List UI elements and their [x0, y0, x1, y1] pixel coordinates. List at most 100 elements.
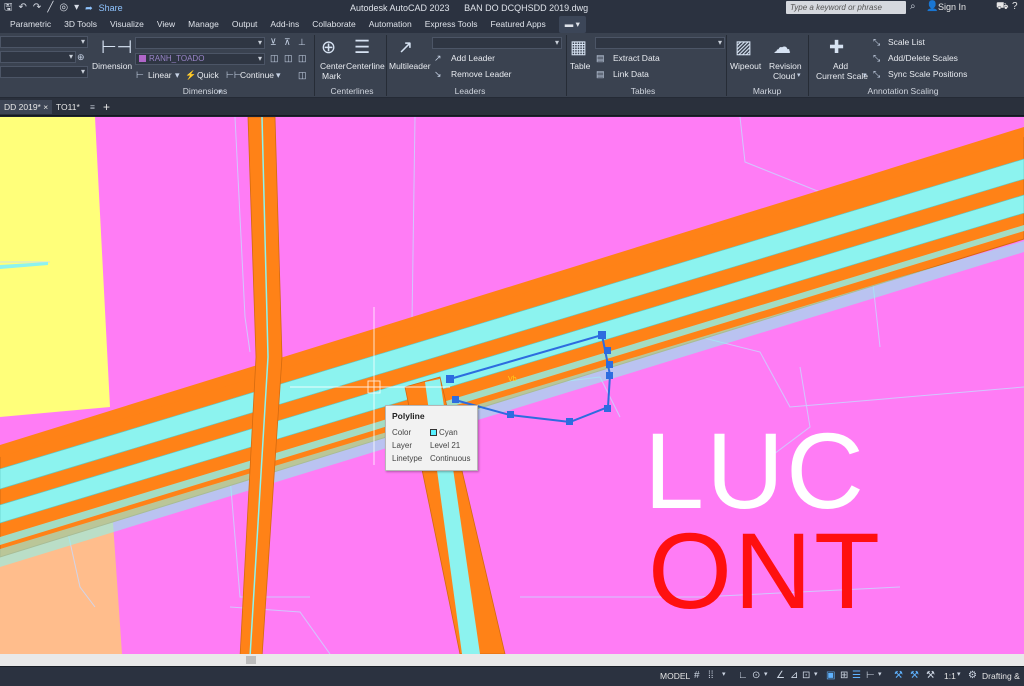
grid-icon[interactable]: #	[694, 670, 700, 681]
drawing-canvas[interactable]: Vb LUC ONT Polyline Color Cyan Layer Lev…	[0, 117, 1024, 654]
multileader-button[interactable]: Multileader	[389, 61, 431, 71]
ortho-icon[interactable]: ∟	[738, 670, 748, 681]
snap-icon[interactable]: ⁞⁞	[708, 670, 714, 681]
dimension-icon[interactable]: ⊢⊣	[101, 38, 132, 56]
transparency-icon[interactable]: ▣	[826, 670, 835, 681]
linear-icon[interactable]: ⊢	[136, 70, 144, 81]
help-icon[interactable]: ?	[1012, 1, 1018, 12]
dim-oblique-icon[interactable]: ◫	[270, 53, 279, 64]
centerline-button[interactable]: Centerline	[346, 61, 385, 71]
search-input[interactable]: Type a keyword or phrase	[786, 1, 906, 14]
style-combo-left[interactable]	[0, 51, 76, 63]
chevron-down-icon[interactable]: ▾	[797, 71, 801, 79]
tab-collaborate[interactable]: Collaborate	[312, 16, 355, 33]
tab-view[interactable]: View	[157, 16, 175, 33]
save-icon[interactable]: 🖫	[4, 0, 13, 16]
multileader-icon[interactable]: ↗	[398, 38, 413, 56]
extract-data-icon[interactable]: ▤	[596, 53, 605, 64]
ribbon-options-icon[interactable]: ▬ ▾	[558, 16, 586, 33]
scale-list-button[interactable]: Scale List	[888, 37, 925, 47]
auto-scale-icon[interactable]: ⚒	[910, 670, 919, 681]
annotation-scale-value[interactable]: 1:1	[944, 671, 956, 681]
sync-scale-icon[interactable]: ⤡	[873, 69, 880, 80]
add-scale-icon[interactable]: ✚	[829, 38, 844, 56]
model-space-button[interactable]: MODEL	[660, 671, 690, 681]
scale-list-icon[interactable]: ⤡	[873, 37, 880, 48]
chevron-down-icon[interactable]: ▾	[764, 670, 768, 678]
dim-layer-combo[interactable]: RANH_TOADO	[135, 53, 265, 65]
doc-tab-ban-do[interactable]: DD 2019* ×	[0, 100, 53, 114]
annotation-scale-icon[interactable]: ⚒	[926, 670, 935, 681]
share-icon[interactable]: ➦	[85, 0, 93, 16]
remove-leader-icon[interactable]: ↘	[434, 69, 442, 80]
continue-button[interactable]: Continue	[240, 70, 274, 80]
tab-3d-tools[interactable]: 3D Tools	[64, 16, 97, 33]
table-icon[interactable]: ▦	[570, 38, 587, 56]
dim-update-icon[interactable]: ⊻	[270, 37, 277, 48]
doc-tab-to11[interactable]: TO11*	[56, 100, 80, 114]
revision-cloud-line2[interactable]: Cloud	[773, 71, 795, 81]
horizontal-scrollbar[interactable]	[0, 654, 1024, 666]
dimension-button[interactable]: Dimension	[92, 61, 132, 71]
tab-express-tools[interactable]: Express Tools	[425, 16, 478, 33]
table-style-combo[interactable]	[595, 37, 725, 49]
zoom-icon[interactable]: ⊕	[77, 52, 85, 63]
cart-icon[interactable]: ⛟	[996, 1, 1009, 14]
tab-manage[interactable]: Manage	[188, 16, 219, 33]
chevron-down-icon[interactable]: ▾	[722, 670, 726, 678]
extract-data-button[interactable]: Extract Data	[613, 53, 660, 63]
isodraft-icon[interactable]: ∠	[776, 670, 785, 681]
search-icon[interactable]: ⌕	[910, 1, 916, 12]
line-icon[interactable]: ╱	[47, 0, 53, 16]
dim-reassoc-icon[interactable]: ◫	[298, 70, 307, 81]
annotation-visibility-icon[interactable]: ⚒	[894, 670, 903, 681]
wipeout-icon[interactable]: ▨	[735, 38, 752, 56]
remove-leader-button[interactable]: Remove Leader	[451, 69, 511, 79]
multileader-style-combo[interactable]	[432, 37, 562, 49]
sign-in-button[interactable]: Sign In	[938, 2, 966, 12]
tab-add-ins[interactable]: Add-ins	[270, 16, 299, 33]
dimensions-panel-title[interactable]: Dimensions	[160, 86, 250, 97]
chevron-down-icon[interactable]: ▾	[175, 70, 180, 81]
tab-automation[interactable]: Automation	[369, 16, 412, 33]
link-data-icon[interactable]: ▤	[596, 69, 605, 80]
chevron-down-icon[interactable]: ▾	[878, 670, 882, 678]
dim-style-combo[interactable]	[135, 37, 265, 49]
layer-combo-left[interactable]	[0, 36, 88, 48]
tab-visualize[interactable]: Visualize	[110, 16, 144, 33]
workspace-label[interactable]: Drafting &	[982, 671, 1020, 681]
tab-output[interactable]: Output	[232, 16, 258, 33]
lineweight-icon[interactable]: ☰	[852, 670, 861, 681]
lineweight-combo-left[interactable]	[0, 66, 88, 78]
workspace-icon[interactable]: ◎	[59, 0, 68, 16]
quick-dim-icon[interactable]: ⚡	[185, 70, 196, 81]
tab-featured-apps[interactable]: Featured Apps	[491, 16, 546, 33]
quick-button[interactable]: Quick	[197, 70, 219, 80]
sync-scale-positions-button[interactable]: Sync Scale Positions	[888, 69, 967, 79]
scrollbar-thumb[interactable]	[246, 656, 256, 664]
dim-jog-icon[interactable]: ◫	[298, 53, 307, 64]
chevron-down-icon[interactable]: ▾	[957, 670, 961, 678]
dim-inspect-icon[interactable]: ◫	[284, 53, 293, 64]
selection-cycling-icon[interactable]: ⊞	[840, 670, 848, 681]
centerline-icon[interactable]: ☰	[354, 38, 370, 56]
chevron-down-icon[interactable]: ▾	[276, 70, 281, 81]
panel-expand-icon[interactable]: ▾	[218, 88, 222, 96]
tab-parametric[interactable]: Parametric	[10, 16, 51, 33]
tab-menu-icon[interactable]: ≡	[90, 100, 95, 114]
add-delete-scales-icon[interactable]: ⤡	[873, 53, 880, 64]
polar-icon[interactable]: ⊙	[752, 670, 760, 681]
undo-icon[interactable]: ↶	[19, 0, 27, 16]
revision-cloud-line1[interactable]: Revision	[769, 61, 802, 71]
center-mark-line1[interactable]: Center	[320, 61, 346, 71]
chevron-down-icon[interactable]: ▾	[814, 670, 818, 678]
wipeout-button[interactable]: Wipeout	[730, 61, 761, 71]
add-leader-icon[interactable]: ↗	[434, 53, 442, 64]
table-button[interactable]: Table	[570, 61, 590, 71]
center-mark-icon[interactable]: ⊕	[321, 38, 336, 56]
object-snap-tracking-icon[interactable]: ⊿	[790, 670, 798, 681]
revision-cloud-icon[interactable]: ☁	[773, 38, 791, 56]
dropdown-icon[interactable]: ▾	[74, 0, 79, 16]
dim-break-icon[interactable]: ⊼	[284, 37, 291, 48]
linear-button[interactable]: Linear	[148, 70, 172, 80]
